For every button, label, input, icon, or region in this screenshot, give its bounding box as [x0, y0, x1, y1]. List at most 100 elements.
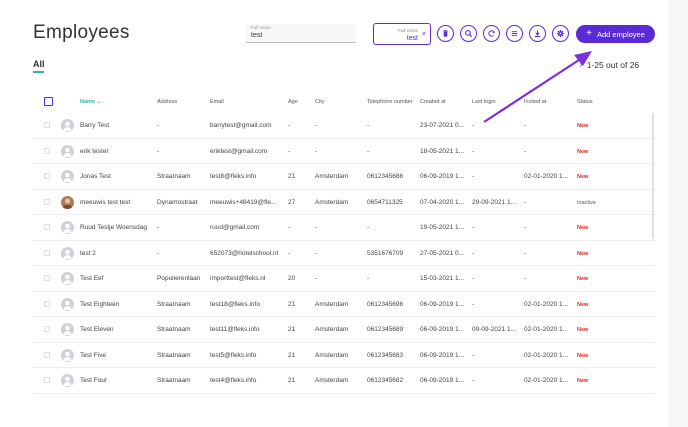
cell-age: 21 [288, 351, 296, 359]
row-checkbox[interactable] [44, 377, 50, 383]
chevron-left-icon[interactable]: ‹ [572, 59, 575, 70]
cell-created: 19-05-2021 1... [420, 224, 465, 231]
column-header-created[interactable]: Created at [420, 99, 446, 105]
column-header-city[interactable]: City [315, 99, 324, 105]
row-checkbox[interactable] [44, 275, 50, 281]
cell-last-login: 09-09-2021 1... [472, 326, 517, 333]
delete-button[interactable] [437, 25, 454, 42]
column-header-invited[interactable]: Invited at [524, 99, 546, 105]
chevron-right-icon[interactable]: › [579, 59, 582, 70]
cell-address: Straatnaam [157, 351, 191, 359]
cell-city: - [315, 275, 318, 282]
add-employee-button[interactable]: + Add employee [576, 25, 655, 43]
cell-city: - [315, 224, 318, 231]
column-header-address[interactable]: Address [157, 99, 177, 105]
avatar [61, 195, 74, 209]
row-checkbox[interactable] [44, 300, 50, 307]
cell-status: New [577, 250, 589, 257]
row-checkbox[interactable] [44, 122, 50, 128]
filter-chip-label: Full name [398, 28, 418, 33]
refresh-button[interactable] [483, 25, 500, 42]
cell-name: Test Eighteen [80, 300, 120, 308]
cell-last-login: 29-09-2021 1... [472, 198, 517, 206]
cell-email: eriktest@gmail.com [210, 147, 268, 155]
cell-name: Test Eef [80, 275, 104, 282]
cell-invited: 02-01-2020 1... [524, 377, 569, 384]
cell-last-login: - [472, 249, 475, 257]
fullname-field-value[interactable]: test [251, 32, 262, 39]
cell-last-login: - [472, 122, 475, 129]
column-header-last-login[interactable]: Last login [472, 99, 496, 105]
cell-status: New [577, 225, 589, 231]
table-row[interactable]: test 2 - 652073@hotelschool.nl - - 5351676709… [33, 241, 655, 266]
table-row[interactable]: Test Eighteen Straatnaam test18@fleks.info… [33, 292, 655, 317]
table-row[interactable]: Test Eef Populierenlaan importtest@fleks.n… [33, 266, 655, 292]
column-header-age[interactable]: Age [288, 99, 298, 105]
download-icon [534, 30, 541, 38]
fullname-search-field[interactable]: Full name test [246, 24, 356, 43]
select-all-checkbox[interactable] [44, 97, 53, 106]
row-checkbox[interactable] [44, 173, 50, 179]
cell-age: 21 [288, 377, 296, 384]
add-employee-label: Add employee [596, 29, 645, 39]
row-checkbox[interactable] [44, 351, 50, 358]
cell-address: Straatnaam [157, 173, 191, 180]
settings-button[interactable] [552, 25, 569, 42]
table-row[interactable]: Test Four Straatnaam test4@fleks.info 21 Ams… [33, 368, 655, 394]
cell-last-login: - [472, 300, 475, 308]
cell-age: - [288, 122, 291, 129]
table-row[interactable]: Test Five Straatnaam test5@fleks.info 21 Ams… [33, 343, 655, 368]
row-checkbox[interactable] [44, 249, 50, 256]
row-checkbox[interactable] [44, 224, 50, 230]
column-header-name[interactable]: Name ⌄ [80, 99, 101, 105]
row-checkbox[interactable] [44, 198, 50, 205]
cell-phone: 0612345689 [367, 326, 404, 333]
avatar [61, 297, 74, 311]
row-checkbox[interactable] [44, 326, 50, 332]
cell-invited: - [524, 198, 527, 206]
filter-list-button[interactable] [506, 25, 523, 42]
cell-name: Test Four [80, 377, 108, 384]
download-button[interactable] [529, 25, 546, 42]
cell-city: - [315, 147, 318, 155]
cell-name: Ruud Testje Woensdag [80, 224, 147, 231]
table-row[interactable]: Ruud Testje Woensdag - ruud@gmail.com - - -19… [33, 215, 655, 241]
column-header-status[interactable]: Status [577, 99, 593, 105]
cell-name: Test Eleven [80, 326, 114, 333]
cell-last-login: - [472, 224, 475, 231]
plus-icon: + [586, 28, 592, 39]
table-row[interactable]: Jonas Test Straatnaam test8@fleks.info 21 Am… [33, 164, 655, 190]
cell-email: importtest@fleks.nl [210, 275, 266, 282]
cell-city: Amsterdam [315, 173, 349, 180]
cell-address: Dynamostraat [157, 198, 198, 206]
avatar [61, 272, 74, 285]
column-header-email[interactable]: Email [210, 99, 224, 105]
cell-created: 23-07-2021 0... [420, 122, 465, 129]
search-button[interactable] [460, 25, 477, 42]
table-row[interactable]: Barry Test - barrytest@gmail.com - - -23-07-2… [33, 113, 655, 139]
cell-phone: 0612345696 [367, 300, 404, 308]
cell-phone: 5351676709 [367, 249, 404, 257]
cell-status: New [577, 378, 589, 384]
table-row[interactable]: erik tester - eriktest@gmail.com - - -18-05-2… [33, 139, 655, 164]
cell-invited: 02-01-2020 1... [524, 351, 569, 359]
close-icon[interactable]: × [422, 31, 426, 38]
cell-last-login: - [472, 147, 475, 155]
cell-phone: 0612345686 [367, 173, 404, 180]
cell-address: Straatnaam [157, 377, 191, 384]
tab-all[interactable]: All [33, 59, 45, 69]
table-row[interactable]: Test Eleven Straatnaam test11@fleks.info 21… [33, 317, 655, 343]
row-checkbox[interactable] [44, 147, 50, 154]
cell-address: Straatnaam [157, 300, 191, 308]
cell-age: - [288, 249, 291, 257]
active-tab-indicator [33, 71, 44, 73]
cell-phone: 0612345682 [367, 377, 404, 384]
cell-status: New [577, 123, 589, 129]
cell-created: 06-09-2019 1... [420, 300, 465, 308]
page-title: Employees [33, 22, 130, 43]
cell-created: 27-05-2021 0... [420, 249, 465, 257]
table-row[interactable]: meeuwis test test Dynamostraat meeuwis+484… [33, 190, 655, 215]
fullname-filter-chip[interactable]: Full name test × [373, 23, 431, 45]
table-scrollbar[interactable] [652, 113, 654, 239]
column-header-phone[interactable]: Telephone number [367, 99, 413, 105]
